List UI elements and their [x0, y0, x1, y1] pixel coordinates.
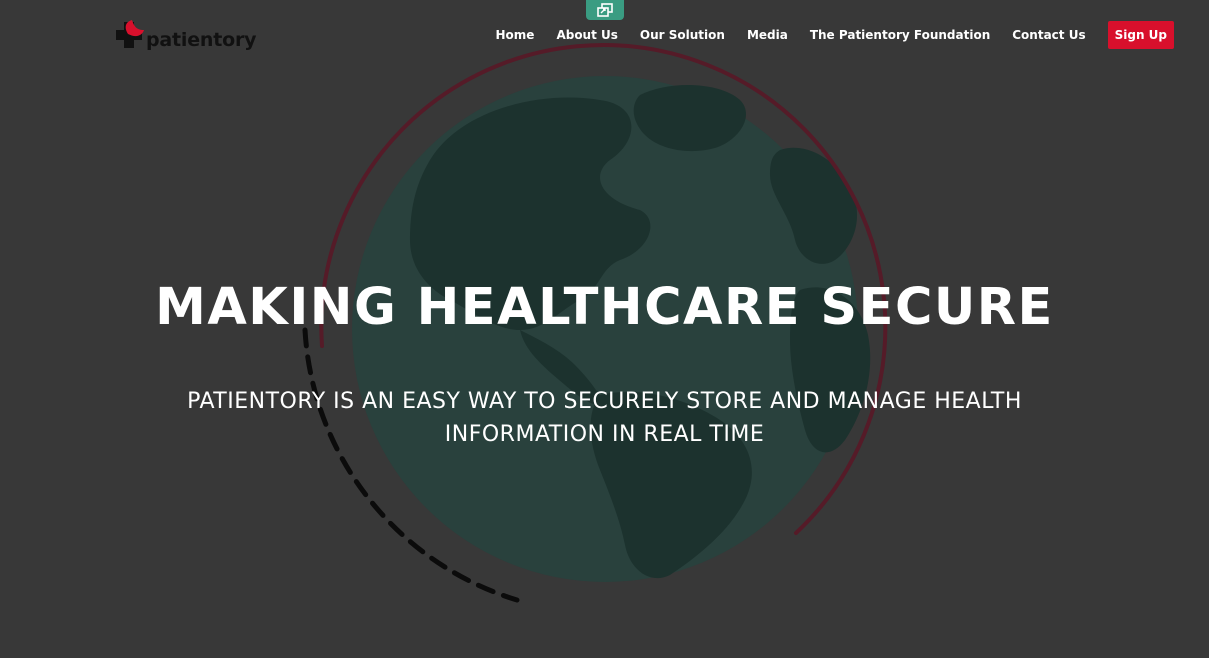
copy-window-icon — [597, 3, 613, 17]
nav-home[interactable]: Home — [496, 28, 535, 42]
nav-media[interactable]: Media — [747, 28, 788, 42]
nav-our-solution[interactable]: Our Solution — [640, 28, 725, 42]
restore-tab-button[interactable] — [586, 0, 624, 20]
sign-up-button[interactable]: Sign Up — [1107, 21, 1174, 49]
page: patientory Home About Us Our Solution Me… — [0, 0, 1209, 658]
hero-title: MAKING HEALTHCARE SECURE — [155, 278, 1054, 337]
nav-about-us[interactable]: About Us — [556, 28, 617, 42]
nav-foundation[interactable]: The Patientory Foundation — [810, 28, 990, 42]
main-nav: Home About Us Our Solution Media The Pat… — [496, 21, 1174, 49]
brand-logo[interactable]: patientory — [106, 18, 257, 60]
nav-contact-us[interactable]: Contact Us — [1012, 28, 1085, 42]
brand-name: patientory — [146, 29, 257, 51]
logo-cross-icon — [106, 18, 150, 60]
hero-subtitle: PATIENTORY IS AN EASY WAY TO SECURELY ST… — [187, 389, 1022, 447]
